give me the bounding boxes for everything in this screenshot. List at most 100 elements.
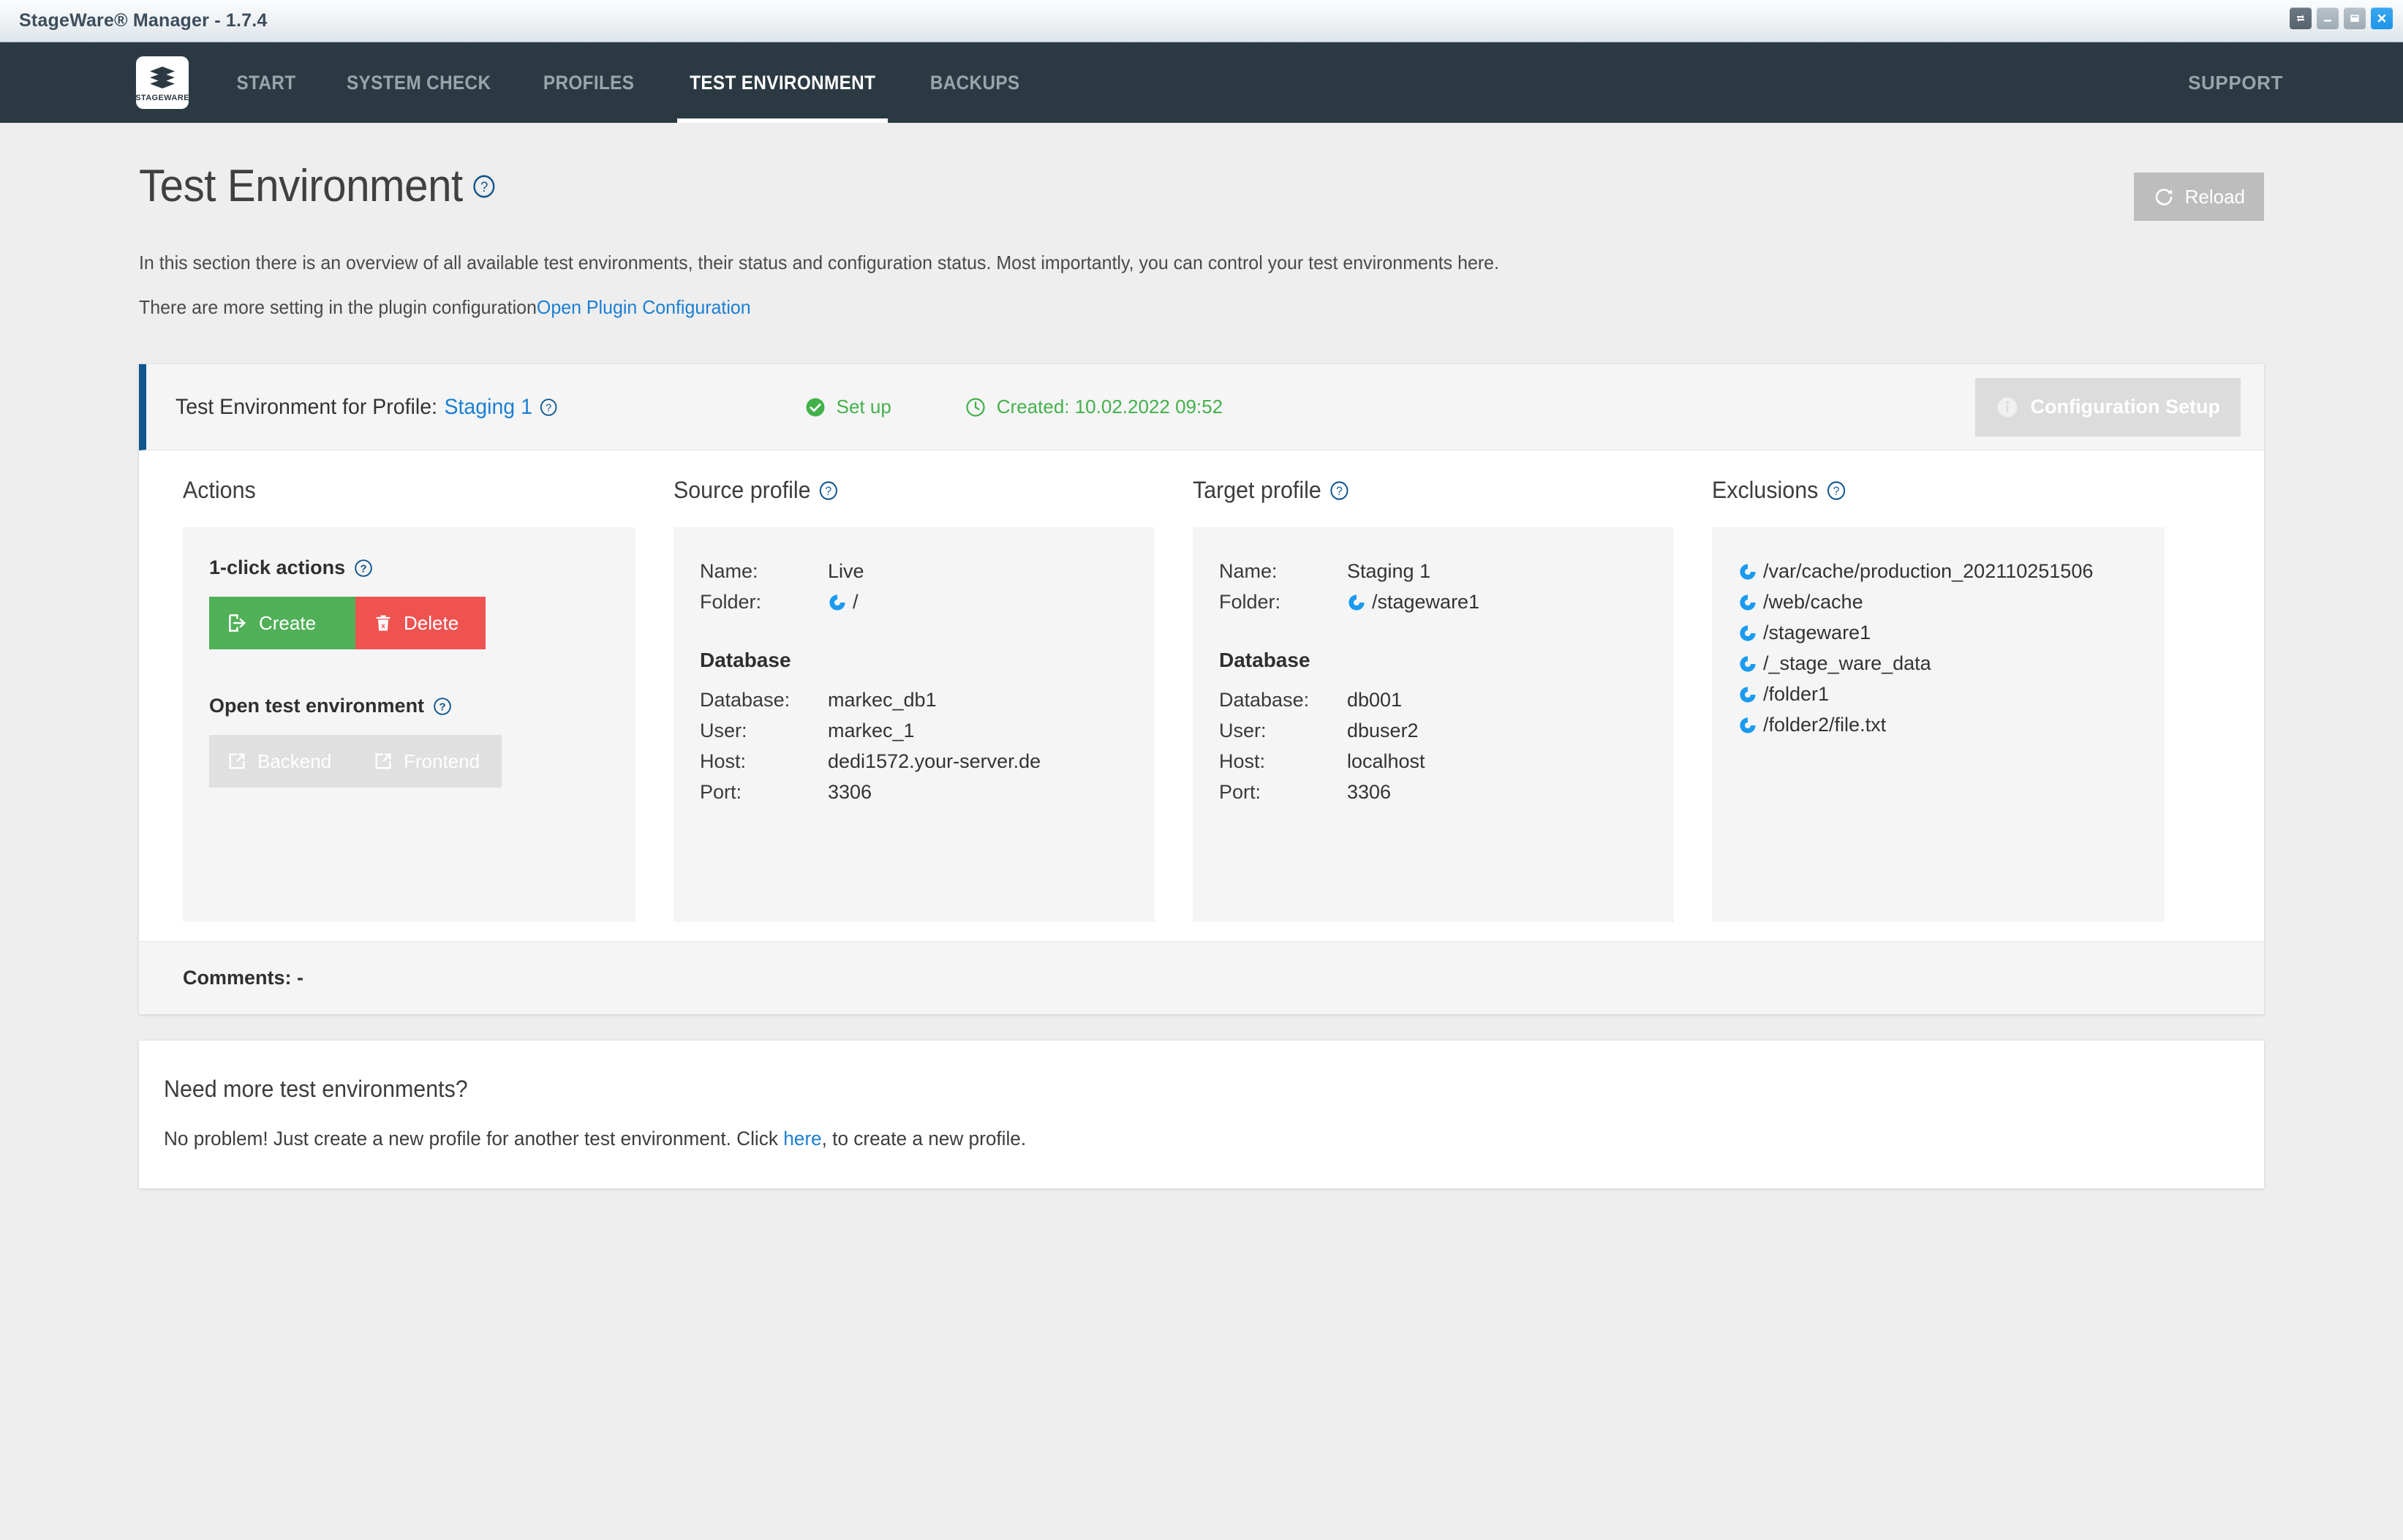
card-title-prefix: Test Environment for Profile: bbox=[176, 394, 437, 419]
target-name-value: Staging 1 bbox=[1347, 560, 1431, 583]
svg-text:?: ? bbox=[480, 180, 488, 196]
close-button[interactable] bbox=[2371, 7, 2393, 29]
nav-item-test-environment[interactable]: TEST ENVIRONMENT bbox=[671, 42, 893, 123]
source-user-label: User: bbox=[700, 719, 747, 741]
source-host-value: dedi1572.your-server.de bbox=[828, 750, 1041, 772]
actions-column: Actions 1-click actions ? Create x Delet… bbox=[139, 477, 654, 923]
svg-text:?: ? bbox=[439, 701, 445, 713]
source-user-row: User: markec_1 bbox=[700, 716, 1128, 747]
restore-swap-button[interactable] bbox=[2290, 7, 2312, 29]
help-icon[interactable]: ? bbox=[472, 174, 496, 199]
source-folder-label: Folder: bbox=[700, 591, 762, 614]
open-test-environment-label: Open test environment bbox=[209, 695, 425, 717]
status-setup-label: Set up bbox=[836, 396, 891, 418]
source-database-label: Database: bbox=[700, 689, 791, 712]
target-host-label: Host: bbox=[1219, 750, 1266, 772]
plugin-config-text: There are more setting in the plugin con… bbox=[139, 296, 537, 319]
open-plugin-configuration-link[interactable]: Open Plugin Configuration bbox=[537, 296, 751, 318]
configuration-setup-label: Configuration Setup bbox=[2030, 396, 2220, 418]
swap-icon bbox=[2297, 15, 2304, 22]
frontend-label: Frontend bbox=[404, 750, 480, 772]
minimize-button[interactable] bbox=[2317, 7, 2339, 29]
source-name-row: Name: Live bbox=[700, 556, 1128, 587]
target-port-value: 3306 bbox=[1347, 780, 1392, 803]
target-profile-label: Target profile bbox=[1193, 477, 1321, 504]
actions-panel: 1-click actions ? Create x Delete Open t… bbox=[183, 527, 635, 923]
nav-item-start[interactable]: START bbox=[219, 42, 314, 123]
exclusion-path: /folder2/file.txt bbox=[1763, 713, 1887, 736]
stack-icon bbox=[150, 66, 175, 88]
nav-item-backups[interactable]: BACKUPS bbox=[912, 42, 1037, 123]
one-click-actions-label: 1-click actions bbox=[209, 556, 346, 579]
source-database-value: markec_db1 bbox=[828, 689, 937, 712]
list-item: /var/cache/production_202110251506 bbox=[1738, 556, 2138, 587]
target-folder-label: Folder: bbox=[1219, 591, 1281, 614]
maximize-button[interactable] bbox=[2344, 7, 2366, 29]
nav-item-system-check[interactable]: SYSTEM CHECK bbox=[329, 42, 509, 123]
test-environment-card: Test Environment for Profile: Staging 1 … bbox=[139, 364, 2264, 1015]
app-logo[interactable]: STAGEWARE bbox=[135, 56, 189, 109]
svg-text:x: x bbox=[381, 622, 385, 630]
target-user-value: dbuser2 bbox=[1347, 719, 1419, 741]
card-title: Test Environment for Profile: Staging 1 … bbox=[176, 395, 557, 420]
open-environment-button-row: Backend Frontend bbox=[209, 735, 609, 788]
exclusion-path: /var/cache/production_202110251506 bbox=[1763, 560, 2094, 583]
help-icon[interactable]: ? bbox=[1827, 480, 1846, 501]
help-icon[interactable]: ? bbox=[1329, 480, 1349, 501]
exclusion-path: /_stage_ware_data bbox=[1763, 652, 1931, 674]
frontend-button[interactable]: Frontend bbox=[355, 735, 502, 788]
target-user-row: User: dbuser2 bbox=[1219, 716, 1648, 747]
page-content: Test Environment ? Reload In this sectio… bbox=[0, 123, 2403, 1540]
create-button[interactable]: Create bbox=[209, 597, 355, 650]
exclusions-panel: /var/cache/production_202110251506 /web/… bbox=[1712, 527, 2165, 923]
target-database-heading: Database bbox=[1219, 649, 1310, 672]
target-folder-value-wrap: /stageware1 bbox=[1347, 587, 1479, 618]
circle-notch-icon bbox=[1348, 595, 1365, 611]
source-profile-label: Source profile bbox=[674, 477, 811, 504]
window-title-bar: StageWare® Manager - 1.7.4 bbox=[0, 0, 2403, 42]
help-icon[interactable]: ? bbox=[539, 398, 557, 417]
external-link-icon bbox=[229, 753, 245, 769]
check-circle-icon bbox=[806, 398, 825, 417]
configuration-setup-button[interactable]: Configuration Setup bbox=[1974, 377, 2241, 437]
help-icon[interactable]: ? bbox=[819, 480, 839, 501]
source-host-label: Host: bbox=[700, 750, 747, 772]
nav-item-profiles[interactable]: PROFILES bbox=[526, 42, 652, 123]
backend-button[interactable]: Backend bbox=[209, 735, 355, 788]
backend-label: Backend bbox=[257, 750, 332, 772]
list-item: /_stage_ware_data bbox=[1738, 649, 2138, 679]
list-item: /folder1 bbox=[1738, 679, 2138, 710]
source-folder-value-wrap: / bbox=[828, 587, 859, 618]
circle-notch-icon bbox=[1740, 717, 1756, 733]
circle-notch-icon bbox=[1740, 625, 1756, 641]
source-database-row: Database: markec_db1 bbox=[700, 685, 1128, 716]
test-environment-card-body: Actions 1-click actions ? Create x Delet… bbox=[139, 450, 2264, 941]
delete-button[interactable]: x Delete bbox=[355, 597, 486, 650]
status-badge-setup: Set up bbox=[804, 396, 891, 418]
source-profile-panel: Name: Live Folder: / Database Database: … bbox=[674, 527, 1155, 923]
external-link-icon bbox=[375, 753, 391, 769]
help-icon[interactable]: ? bbox=[354, 559, 373, 578]
reload-button[interactable]: Reload bbox=[2133, 173, 2264, 221]
nav-item-support[interactable]: SUPPORT bbox=[2188, 72, 2283, 94]
create-label: Create bbox=[259, 611, 317, 634]
source-folder-row: Folder: / bbox=[700, 587, 1128, 618]
target-database-label: Database: bbox=[1219, 689, 1310, 712]
source-user-value: markec_1 bbox=[828, 719, 915, 741]
target-database-row: Database: db001 bbox=[1219, 685, 1648, 716]
need-more-text: No problem! Just create a new profile fo… bbox=[164, 1128, 2176, 1150]
target-database-value: db001 bbox=[1347, 689, 1403, 712]
source-port-label: Port: bbox=[700, 780, 742, 803]
target-folder-value: /stageware1 bbox=[1372, 591, 1480, 614]
exclusion-path: /web/cache bbox=[1763, 591, 1863, 614]
exclusions-list: /var/cache/production_202110251506 /web/… bbox=[1738, 556, 2138, 740]
comments-row: Comments: - bbox=[139, 941, 2264, 1015]
create-profile-link[interactable]: here bbox=[783, 1128, 821, 1150]
exclusions-label: Exclusions bbox=[1712, 477, 1819, 504]
maximize-icon bbox=[2350, 15, 2359, 22]
target-host-row: Host: localhost bbox=[1219, 747, 1648, 777]
target-profile-column: Target profile ? Name: Staging 1 Folder:… bbox=[1174, 477, 1693, 923]
info-icon bbox=[1997, 397, 2017, 418]
help-icon[interactable]: ? bbox=[433, 697, 452, 716]
card-profile-name[interactable]: Staging 1 bbox=[444, 395, 532, 420]
